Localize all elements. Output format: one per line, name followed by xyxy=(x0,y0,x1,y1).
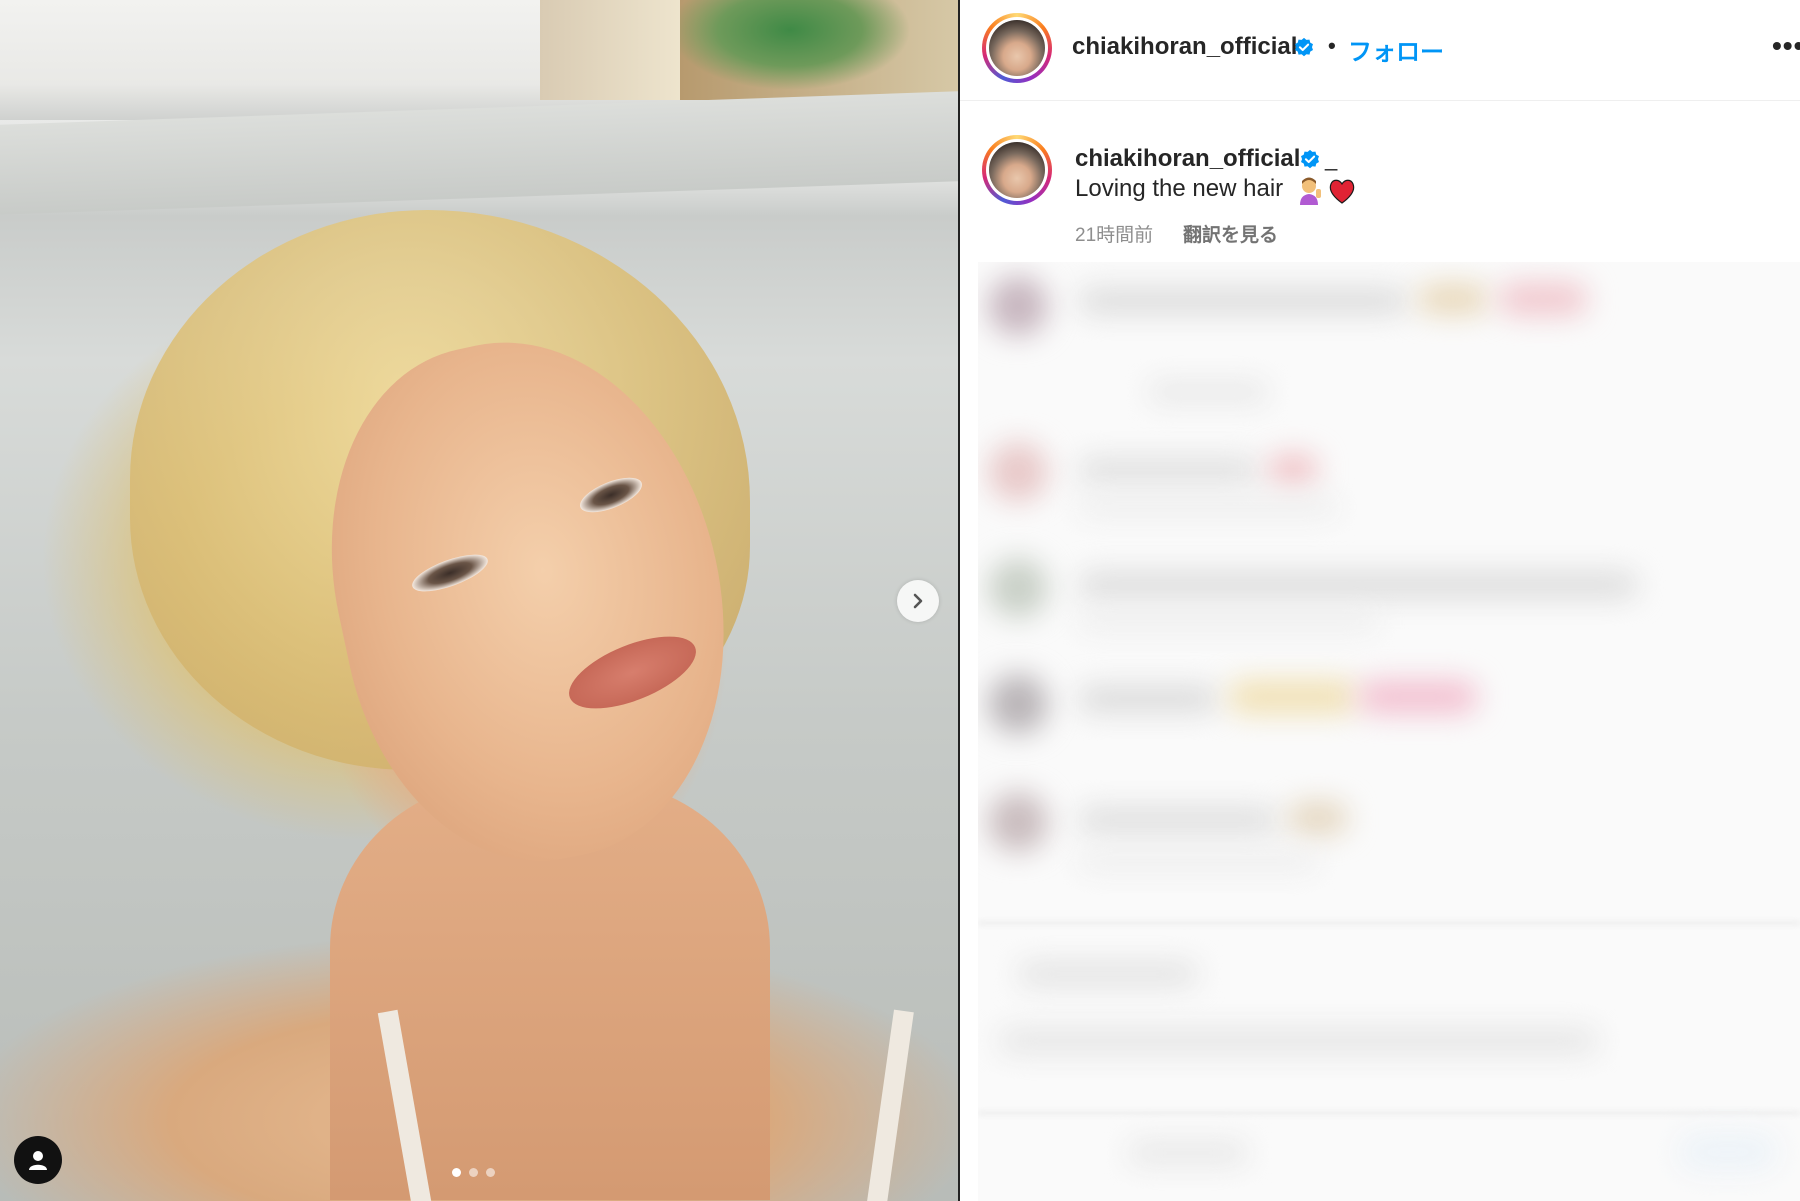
blurred-blob xyxy=(1358,680,1478,714)
blurred-blob xyxy=(1228,680,1358,714)
post-header: chiakihoran_official • フォロー ••• xyxy=(960,0,1800,101)
photo-plant xyxy=(680,0,958,100)
blurred-blob xyxy=(1268,454,1318,484)
carousel-dot-active xyxy=(452,1168,461,1177)
post-timestamp: 21時間前 xyxy=(1075,225,1154,246)
avatar xyxy=(989,20,1045,76)
blurred-blob xyxy=(1078,686,1218,712)
blurred-blob xyxy=(1128,1142,1248,1164)
header-separator: • xyxy=(1328,33,1336,58)
blurred-blob xyxy=(978,922,1800,924)
blurred-blob xyxy=(1078,458,1258,482)
tagged-users-button[interactable] xyxy=(14,1136,62,1184)
carousel-next-button[interactable] xyxy=(897,580,939,622)
header-username[interactable]: chiakihoran_official xyxy=(1072,33,1297,61)
post-side-panel: chiakihoran_official • フォロー ••• chiakiho… xyxy=(960,0,1800,1201)
blurred-blob xyxy=(988,442,1048,502)
blurred-comments xyxy=(978,262,1800,1201)
caption-username[interactable]: chiakihoran_official xyxy=(1075,145,1300,173)
blurred-blob xyxy=(1078,572,1638,598)
blurred-blob xyxy=(988,558,1048,618)
carousel-indicator xyxy=(452,1168,495,1177)
carousel-dot xyxy=(469,1168,478,1177)
see-translation-link[interactable]: 翻訳を見る xyxy=(1183,220,1278,247)
caption-text: Loving the new hair xyxy=(1075,175,1284,202)
blurred-blob xyxy=(1018,962,1198,986)
caption-avatar[interactable] xyxy=(982,135,1052,205)
avatar-border xyxy=(986,139,1048,201)
blurred-blob xyxy=(998,1028,1598,1054)
blurred-blob xyxy=(1078,498,1338,516)
blurred-blob xyxy=(1078,612,1378,630)
chevron-right-icon xyxy=(913,593,923,609)
follow-button[interactable]: フォロー xyxy=(1348,32,1444,67)
blurred-blob xyxy=(1678,1132,1778,1172)
blurred-blob xyxy=(988,792,1048,852)
blurred-blob xyxy=(1148,382,1268,402)
person-gesturing-icon xyxy=(1300,177,1321,205)
blurred-blob xyxy=(1078,288,1408,314)
verified-badge-icon xyxy=(1295,37,1313,57)
more-options-button[interactable]: ••• xyxy=(1772,30,1800,62)
post-image[interactable] xyxy=(0,0,958,1201)
blurred-blob xyxy=(988,276,1048,336)
photo-book xyxy=(540,0,690,100)
blurred-blob xyxy=(1078,808,1278,832)
caption: chiakihoran_official _ Loving the new ha… xyxy=(960,130,1800,250)
blurred-blob xyxy=(978,1112,1800,1114)
caption-suffix: _ xyxy=(1325,146,1338,171)
blurred-blob xyxy=(1498,282,1588,316)
header-avatar[interactable] xyxy=(982,13,1052,83)
verified-badge-icon xyxy=(1301,149,1319,169)
blurred-blob xyxy=(988,674,1048,734)
avatar-border xyxy=(986,17,1048,79)
blurred-blob xyxy=(1078,852,1318,870)
carousel-dot xyxy=(486,1168,495,1177)
blurred-blob xyxy=(1288,802,1348,834)
avatar xyxy=(989,142,1045,198)
person-icon xyxy=(29,1151,47,1170)
red-heart-icon xyxy=(1329,179,1355,204)
blurred-blob xyxy=(1418,284,1488,314)
